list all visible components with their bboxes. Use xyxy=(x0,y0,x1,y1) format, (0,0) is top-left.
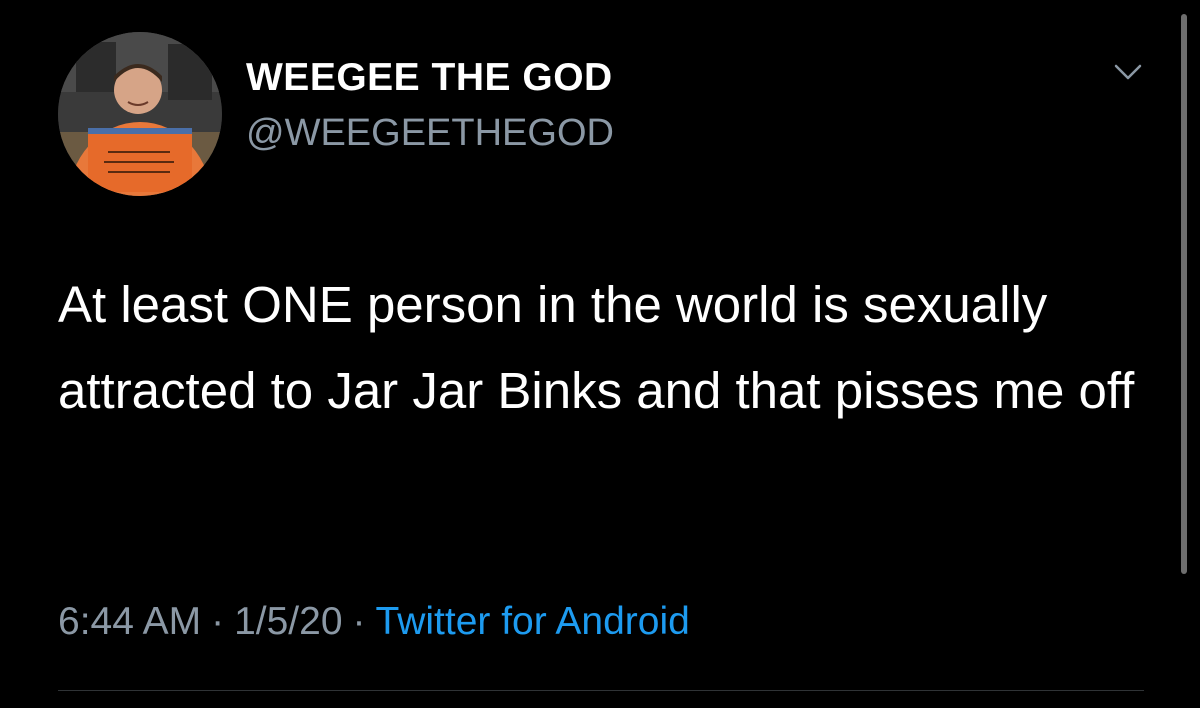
meta-separator: · xyxy=(352,600,366,643)
tweet-source-link[interactable]: Twitter for Android xyxy=(376,600,690,643)
avatar[interactable] xyxy=(58,32,222,196)
tweet-date[interactable]: 1/5/20 xyxy=(234,600,342,643)
author-handle[interactable]: @WEEGEETHEGOD xyxy=(246,112,614,155)
chevron-down-icon[interactable] xyxy=(1108,58,1148,88)
tweet-time[interactable]: 6:44 AM xyxy=(58,600,201,643)
author-display-name[interactable]: WEEGEE THE GOD xyxy=(246,56,613,100)
scrollbar[interactable] xyxy=(1181,14,1187,574)
tweet-text: At least ONE person in the world is sexu… xyxy=(58,276,1135,419)
avatar-photo xyxy=(58,32,222,196)
meta-separator: · xyxy=(211,600,225,643)
divider xyxy=(58,690,1144,691)
tweet-meta: 6:44 AM · 1/5/20 · Twitter for Android xyxy=(58,600,690,644)
